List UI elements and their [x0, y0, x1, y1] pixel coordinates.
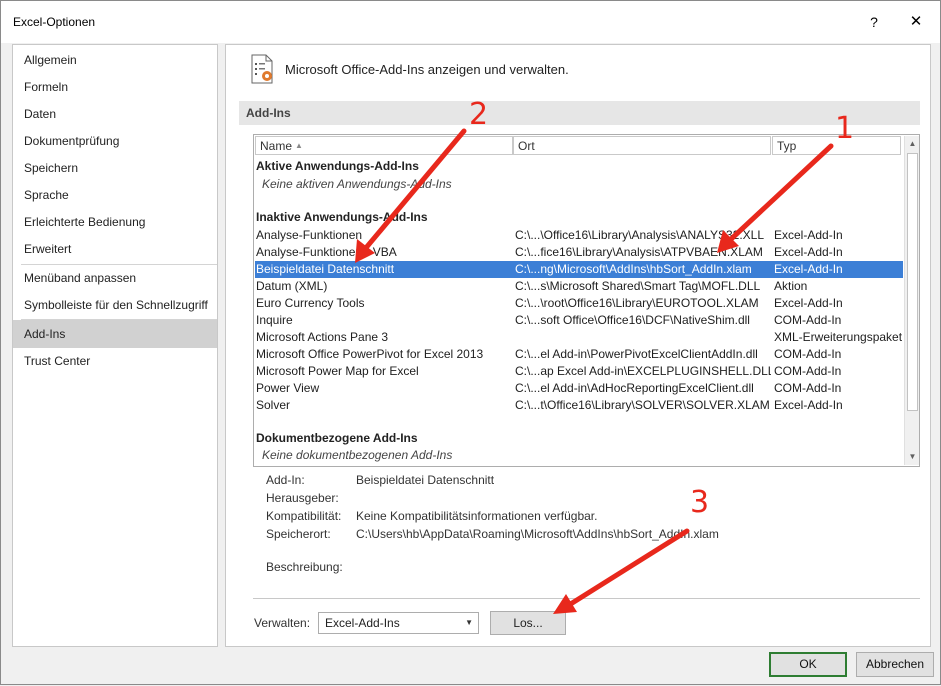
- addin-type: Excel-Add-In: [774, 245, 843, 259]
- sort-ascending-icon: ▲: [295, 141, 303, 150]
- sidebar-nav: Allgemein Formeln Daten Dokumentprüfung …: [12, 44, 218, 647]
- detail-addin-label: Add-In:: [266, 473, 305, 487]
- scroll-up-icon[interactable]: ▲: [905, 136, 919, 151]
- sidebar-item-menueband-anpassen[interactable]: Menüband anpassen: [13, 265, 217, 291]
- list-item[interactable]: Inquire C:\...soft Office\Office16\DCF\N…: [255, 312, 903, 329]
- addin-location: C:\...el Add-in\PowerPivotExcelClientAdd…: [515, 347, 758, 361]
- detail-location-value: C:\Users\hb\AppData\Roaming\Microsoft\Ad…: [356, 527, 719, 541]
- group-document-empty: Keine dokumentbezogenen Add-Ins: [262, 448, 453, 462]
- addin-location: C:\...fice16\Library\Analysis\ATPVBAEN.X…: [515, 245, 763, 259]
- list-item[interactable]: Power View C:\...el Add-in\AdHocReportin…: [255, 380, 903, 397]
- annotation-number-2: 2: [469, 97, 489, 132]
- sidebar-item-formeln[interactable]: Formeln: [13, 74, 217, 100]
- list-item[interactable]: Microsoft Office PowerPivot for Excel 20…: [255, 346, 903, 363]
- detail-publisher-label: Herausgeber:: [266, 491, 339, 505]
- addin-type: Aktion: [774, 279, 808, 293]
- addin-type: Excel-Add-In: [774, 296, 843, 310]
- sidebar-item-dokumentpruefung[interactable]: Dokumentprüfung: [13, 128, 217, 154]
- addin-type: XML-Erweiterungspaket: [774, 330, 903, 344]
- sidebar-item-erweitert[interactable]: Erweitert: [13, 236, 217, 262]
- section-header: Add-Ins: [239, 101, 920, 125]
- group-document-title: Dokumentbezogene Add-Ins: [256, 431, 418, 445]
- addin-location: C:\...s\Microsoft Shared\Smart Tag\MOFL.…: [515, 279, 761, 293]
- page-title: Microsoft Office-Add-Ins anzeigen und ve…: [285, 62, 569, 77]
- addin-name: Power View: [256, 381, 320, 395]
- addin-name: Inquire: [256, 313, 293, 327]
- sidebar-item-erleichterte-bedienung[interactable]: Erleichterte Bedienung: [13, 209, 217, 235]
- addin-name: Beispieldatei Datenschnitt: [256, 262, 395, 276]
- manage-label: Verwalten:: [254, 616, 311, 630]
- addin-name: Solver: [256, 398, 291, 412]
- addin-name: Microsoft Power Map for Excel: [256, 364, 419, 378]
- addins-gear-icon: [251, 54, 273, 84]
- options-dialog: Excel-Optionen ? ✕ Allgemein Formeln Dat…: [0, 0, 941, 685]
- addin-name: Microsoft Office PowerPivot for Excel 20…: [256, 347, 484, 361]
- detail-addin-value: Beispieldatei Datenschnitt: [356, 473, 495, 487]
- addin-name: Analyse-Funktionen - VBA: [256, 245, 397, 259]
- addin-location: C:\...soft Office\Office16\DCF\NativeShi…: [515, 313, 750, 327]
- addin-type: Excel-Add-In: [774, 262, 843, 276]
- sidebar-item-trust-center[interactable]: Trust Center: [13, 348, 217, 374]
- section-title: Add-Ins: [246, 106, 291, 120]
- manage-select-value: Excel-Add-Ins: [325, 616, 400, 630]
- sidebar-item-symbolleiste[interactable]: Symbolleiste für den Schnellzugriff: [13, 292, 217, 318]
- addin-type: COM-Add-In: [774, 347, 842, 361]
- column-header-name-label: Name: [260, 139, 293, 153]
- group-active-empty: Keine aktiven Anwendungs-Add-Ins: [262, 177, 452, 191]
- addin-location: C:\...\Office16\Library\Analysis\ANALYS3…: [515, 228, 765, 242]
- detail-description-label: Beschreibung:: [266, 560, 343, 574]
- list-item[interactable]: Analyse-Funktionen C:\...\Office16\Libra…: [255, 227, 903, 244]
- manage-select[interactable]: Excel-Add-Ins ▼: [318, 612, 479, 634]
- chevron-down-icon: ▼: [465, 618, 473, 627]
- addins-list[interactable]: Name ▲ Ort Typ Aktive Anwendungs-Add-Ins …: [253, 134, 920, 467]
- divider: [253, 598, 920, 599]
- addin-location: C:\...\root\Office16\Library\EUROTOOL.XL…: [515, 296, 759, 310]
- close-button[interactable]: ✕: [901, 9, 931, 35]
- list-item[interactable]: Microsoft Power Map for Excel C:\...ap E…: [255, 363, 903, 380]
- addin-location: C:\...t\Office16\Library\SOLVER\SOLVER.X…: [515, 398, 770, 412]
- addin-name: Analyse-Funktionen: [256, 228, 363, 242]
- sidebar-item-addins[interactable]: Add-Ins: [13, 320, 217, 348]
- group-active-title: Aktive Anwendungs-Add-Ins: [256, 159, 419, 173]
- list-item-selected[interactable]: Beispieldatei Datenschnitt C:\...ng\Micr…: [255, 261, 903, 278]
- list-item[interactable]: Datum (XML) C:\...s\Microsoft Shared\Sma…: [255, 278, 903, 295]
- column-header-name[interactable]: Name ▲: [255, 136, 513, 155]
- column-header-location[interactable]: Ort: [513, 136, 771, 155]
- scroll-down-icon[interactable]: ▼: [905, 449, 919, 464]
- content-panel: Microsoft Office-Add-Ins anzeigen und ve…: [225, 44, 931, 647]
- addin-name: Microsoft Actions Pane 3: [256, 330, 389, 344]
- cancel-button[interactable]: Abbrechen: [856, 652, 934, 677]
- sidebar-item-daten[interactable]: Daten: [13, 101, 217, 127]
- go-button[interactable]: Los...: [490, 611, 566, 635]
- addin-type: COM-Add-In: [774, 364, 842, 378]
- list-item[interactable]: Analyse-Funktionen - VBA C:\...fice16\Li…: [255, 244, 903, 261]
- sidebar-item-allgemein[interactable]: Allgemein: [13, 47, 217, 73]
- addin-name: Datum (XML): [256, 279, 328, 293]
- group-inactive-title: Inaktive Anwendungs-Add-Ins: [256, 210, 428, 224]
- addin-location: C:\...ap Excel Add-in\EXCELPLUGINSHELL.D…: [515, 364, 771, 378]
- sidebar-item-sprache[interactable]: Sprache: [13, 182, 217, 208]
- detail-compat-label: Kompatibilität:: [266, 509, 342, 523]
- list-scrollbar[interactable]: ▲ ▼: [904, 136, 919, 465]
- addin-type: COM-Add-In: [774, 313, 842, 327]
- ok-button[interactable]: OK: [769, 652, 847, 677]
- annotation-number-1: 1: [835, 111, 855, 146]
- annotation-number-3: 3: [690, 485, 710, 520]
- addin-location: C:\...el Add-in\AdHocReportingExcelClien…: [515, 381, 754, 395]
- detail-compat-value: Keine Kompatibilitätsinformationen verfü…: [356, 509, 598, 523]
- list-item[interactable]: Solver C:\...t\Office16\Library\SOLVER\S…: [255, 397, 903, 414]
- addin-name: Euro Currency Tools: [256, 296, 365, 310]
- addin-type: Excel-Add-In: [774, 398, 843, 412]
- sidebar-item-speichern[interactable]: Speichern: [13, 155, 217, 181]
- addin-type: COM-Add-In: [774, 381, 842, 395]
- detail-location-label: Speicherort:: [266, 527, 331, 541]
- list-item[interactable]: Microsoft Actions Pane 3 XML-Erweiterung…: [255, 329, 903, 346]
- window-title: Excel-Optionen: [13, 15, 96, 29]
- scroll-thumb[interactable]: [907, 153, 918, 411]
- addin-location: C:\...ng\Microsoft\AddIns\hbSort_AddIn.x…: [515, 262, 752, 276]
- help-button[interactable]: ?: [859, 9, 889, 35]
- addin-type: Excel-Add-In: [774, 228, 843, 242]
- title-bar: Excel-Optionen ? ✕: [1, 1, 940, 43]
- list-item[interactable]: Euro Currency Tools C:\...\root\Office16…: [255, 295, 903, 312]
